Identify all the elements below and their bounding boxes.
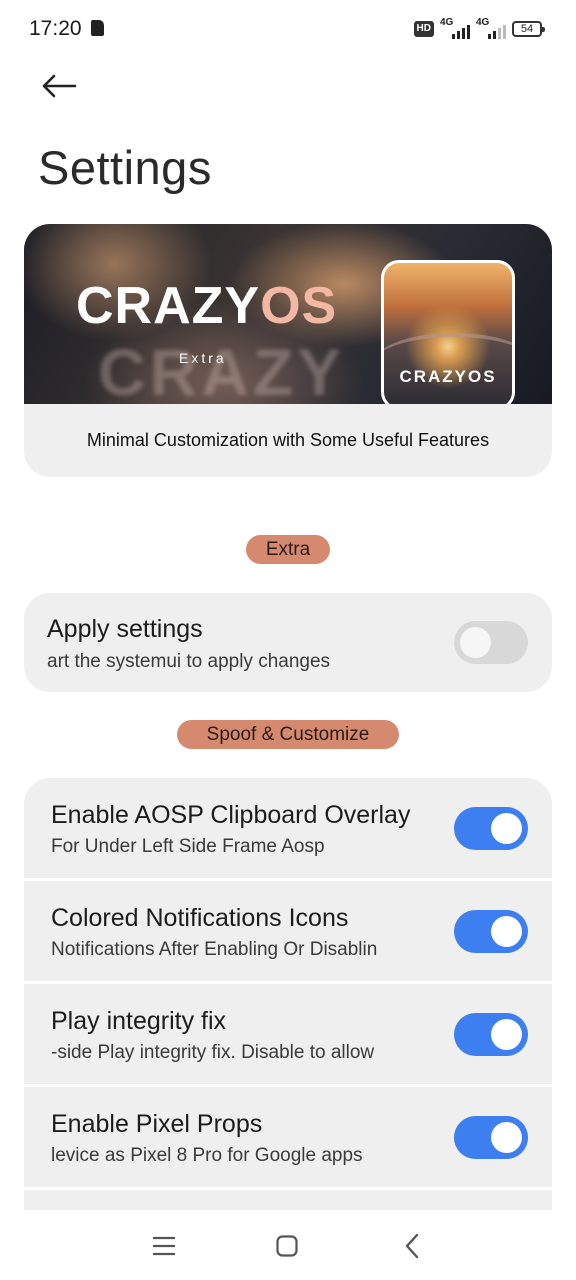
setting-summary: levice as Pixel 8 Pro for Google apps (51, 1145, 363, 1166)
home-button[interactable] (265, 1224, 309, 1268)
thumbnail-logo: CRAZYOS (399, 367, 497, 386)
play-integrity-toggle[interactable] (454, 1013, 528, 1056)
banner-image: CRAZY CRAZYOS Extra CRAZYOS (24, 224, 552, 404)
setting-title: Apply settings (47, 615, 203, 643)
banner-description: Minimal Customization with Some Useful F… (86, 430, 490, 450)
section-header-extra: Extra (246, 535, 330, 564)
setting-title: Enable Pixel Props (51, 1110, 263, 1138)
setting-aosp-clipboard[interactable]: Enable AOSP Clipboard Overlay For Under … (24, 778, 552, 878)
back-button[interactable] (34, 64, 84, 108)
setting-title: Play integrity fix (51, 1007, 227, 1035)
status-time: 17:20 (29, 17, 82, 40)
setting-summary: -side Play integrity fix. Disable to all… (51, 1042, 375, 1063)
navigation-bar (0, 1210, 576, 1280)
setting-summary: For Under Left Side Frame Aosp (51, 836, 325, 857)
setting-pixel-props[interactable]: Enable Pixel Props levice as Pixel 8 Pro… (24, 1087, 552, 1187)
banner-logo-part-1: CRAZY (76, 277, 261, 335)
setting-summary: Notifications After Enabling Or Disablin (51, 939, 378, 960)
recents-button[interactable] (142, 1224, 186, 1268)
pixel-props-toggle[interactable] (454, 1116, 528, 1159)
hd-voice-icon: HD (413, 21, 434, 37)
setting-apply-settings[interactable]: Apply settings art the systemui to apply… (24, 593, 552, 692)
setting-colored-notifications[interactable]: Colored Notifications Icons Notification… (24, 881, 552, 981)
back-nav-button[interactable] (390, 1224, 434, 1268)
banner-subtitle: Extra (179, 350, 227, 366)
signal-icon-sim2: 4G (476, 17, 506, 39)
section-header-spoof: Spoof & Customize (177, 720, 399, 749)
status-icons: HD 4G 4G 54 (413, 17, 545, 40)
banner-logo-part-2: OS (260, 277, 338, 335)
battery-icon: 54 (512, 21, 545, 37)
signal-icon-sim1: 4G (440, 17, 470, 39)
setting-title: Colored Notifications Icons (51, 904, 349, 932)
banner-card: CRAZY CRAZYOS Extra CRAZYOS Minimal Cust… (24, 224, 552, 477)
home-square-icon (276, 1235, 298, 1257)
setting-title: Enable AOSP Clipboard Overlay (51, 801, 411, 829)
setting-summary: art the systemui to apply changes (47, 651, 331, 672)
menu-icon (152, 1236, 176, 1256)
banner-logo: CRAZYOS (76, 276, 337, 336)
colored-notifications-toggle[interactable] (454, 910, 528, 953)
setting-play-integrity[interactable]: Play integrity fix -side Play integrity … (24, 984, 552, 1084)
chevron-left-icon (405, 1233, 419, 1259)
banner-ghost-text: CRAZY (98, 335, 346, 404)
status-bar: 17:20 HD 4G 4G 54 (0, 0, 576, 58)
aosp-clipboard-toggle[interactable] (454, 807, 528, 850)
sd-card-icon (91, 20, 104, 36)
page-title: Settings (38, 141, 212, 194)
banner-thumbnail: CRAZYOS (381, 260, 515, 404)
apply-settings-toggle[interactable] (454, 621, 528, 664)
arrow-left-icon (42, 74, 77, 98)
